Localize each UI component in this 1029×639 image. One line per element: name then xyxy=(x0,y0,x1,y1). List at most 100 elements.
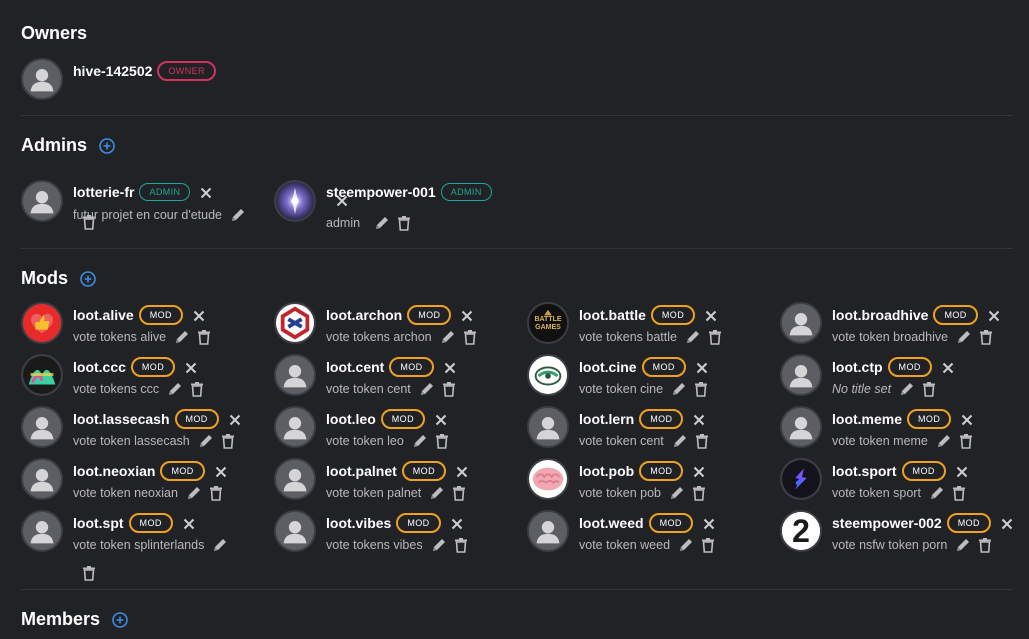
member-name[interactable]: steempower-002 xyxy=(832,515,942,531)
member-name[interactable]: loot.cine xyxy=(579,359,637,375)
pencil-icon[interactable] xyxy=(412,433,428,449)
trash-icon[interactable] xyxy=(978,329,994,345)
add-member-icon[interactable] xyxy=(112,611,128,628)
add-mod-icon[interactable] xyxy=(80,270,96,287)
member-name[interactable]: loot.palnet xyxy=(326,463,397,479)
remove-icon[interactable] xyxy=(942,361,954,374)
avatar[interactable] xyxy=(21,406,63,448)
avatar[interactable] xyxy=(21,354,63,396)
remove-icon[interactable] xyxy=(185,361,197,374)
pencil-icon[interactable] xyxy=(167,381,183,397)
pencil-icon[interactable] xyxy=(431,537,447,553)
avatar[interactable] xyxy=(780,406,822,448)
pencil-icon[interactable] xyxy=(899,381,915,397)
member-name[interactable]: loot.vibes xyxy=(326,515,391,531)
avatar[interactable] xyxy=(274,458,316,500)
pencil-icon[interactable] xyxy=(429,485,445,501)
member-name[interactable]: hive-142502 xyxy=(73,63,152,79)
avatar[interactable] xyxy=(21,302,63,344)
trash-icon[interactable] xyxy=(220,433,236,449)
avatar[interactable] xyxy=(274,354,316,396)
remove-icon[interactable] xyxy=(456,465,468,478)
member-name[interactable]: loot.lern xyxy=(579,411,634,427)
pencil-icon[interactable] xyxy=(672,433,688,449)
trash-icon[interactable] xyxy=(700,537,716,553)
remove-icon[interactable] xyxy=(961,413,973,426)
trash-icon[interactable] xyxy=(208,485,224,501)
member-name[interactable]: loot.spt xyxy=(73,515,124,531)
remove-icon[interactable] xyxy=(193,309,205,322)
avatar[interactable] xyxy=(21,180,63,222)
remove-icon[interactable] xyxy=(703,517,715,530)
member-name[interactable]: loot.ccc xyxy=(73,359,126,375)
trash-icon[interactable] xyxy=(81,565,97,581)
trash-icon[interactable] xyxy=(693,381,709,397)
remove-icon[interactable] xyxy=(336,194,348,207)
pencil-icon[interactable] xyxy=(671,381,687,397)
member-name[interactable]: loot.meme xyxy=(832,411,902,427)
member-name[interactable]: loot.weed xyxy=(579,515,644,531)
add-admin-icon[interactable] xyxy=(99,137,115,154)
remove-icon[interactable] xyxy=(956,465,968,478)
trash-icon[interactable] xyxy=(189,381,205,397)
avatar[interactable] xyxy=(274,302,316,344)
trash-icon[interactable] xyxy=(694,433,710,449)
pencil-icon[interactable] xyxy=(956,329,972,345)
avatar[interactable] xyxy=(780,458,822,500)
avatar[interactable] xyxy=(21,58,63,100)
trash-icon[interactable] xyxy=(441,381,457,397)
member-name[interactable]: loot.cent xyxy=(326,359,384,375)
remove-icon[interactable] xyxy=(693,465,705,478)
pencil-icon[interactable] xyxy=(174,329,190,345)
member-name[interactable]: loot.sport xyxy=(832,463,897,479)
avatar[interactable] xyxy=(274,406,316,448)
member-name[interactable]: loot.pob xyxy=(579,463,634,479)
pencil-icon[interactable] xyxy=(198,433,214,449)
trash-icon[interactable] xyxy=(434,433,450,449)
member-name[interactable]: loot.battle xyxy=(579,307,646,323)
trash-icon[interactable] xyxy=(81,214,97,230)
avatar[interactable] xyxy=(527,458,569,500)
avatar[interactable] xyxy=(780,354,822,396)
pencil-icon[interactable] xyxy=(685,329,701,345)
pencil-icon[interactable] xyxy=(212,537,228,553)
avatar[interactable]: 2 xyxy=(780,510,822,552)
remove-icon[interactable] xyxy=(451,517,463,530)
trash-icon[interactable] xyxy=(462,329,478,345)
trash-icon[interactable] xyxy=(196,329,212,345)
trash-icon[interactable] xyxy=(977,537,993,553)
trash-icon[interactable] xyxy=(691,485,707,501)
remove-icon[interactable] xyxy=(200,186,212,199)
remove-icon[interactable] xyxy=(705,309,717,322)
trash-icon[interactable] xyxy=(451,485,467,501)
trash-icon[interactable] xyxy=(921,381,937,397)
trash-icon[interactable] xyxy=(453,537,469,553)
pencil-icon[interactable] xyxy=(955,537,971,553)
remove-icon[interactable] xyxy=(696,361,708,374)
pencil-icon[interactable] xyxy=(374,215,390,231)
avatar[interactable] xyxy=(274,180,316,222)
avatar[interactable] xyxy=(527,406,569,448)
pencil-icon[interactable] xyxy=(419,381,435,397)
trash-icon[interactable] xyxy=(958,433,974,449)
remove-icon[interactable] xyxy=(229,413,241,426)
pencil-icon[interactable] xyxy=(440,329,456,345)
pencil-icon[interactable] xyxy=(186,485,202,501)
remove-icon[interactable] xyxy=(1001,517,1013,530)
avatar[interactable] xyxy=(527,354,569,396)
avatar[interactable] xyxy=(21,458,63,500)
remove-icon[interactable] xyxy=(693,413,705,426)
avatar[interactable] xyxy=(21,510,63,552)
remove-icon[interactable] xyxy=(435,413,447,426)
member-name[interactable]: lotterie-fr xyxy=(73,184,134,200)
member-name[interactable]: loot.lassecash xyxy=(73,411,170,427)
avatar[interactable] xyxy=(527,510,569,552)
remove-icon[interactable] xyxy=(215,465,227,478)
remove-icon[interactable] xyxy=(461,309,473,322)
member-name[interactable]: loot.leo xyxy=(326,411,376,427)
member-name[interactable]: loot.archon xyxy=(326,307,402,323)
member-name[interactable]: loot.neoxian xyxy=(73,463,155,479)
avatar[interactable] xyxy=(274,510,316,552)
remove-icon[interactable] xyxy=(183,517,195,530)
member-name[interactable]: loot.broadhive xyxy=(832,307,928,323)
